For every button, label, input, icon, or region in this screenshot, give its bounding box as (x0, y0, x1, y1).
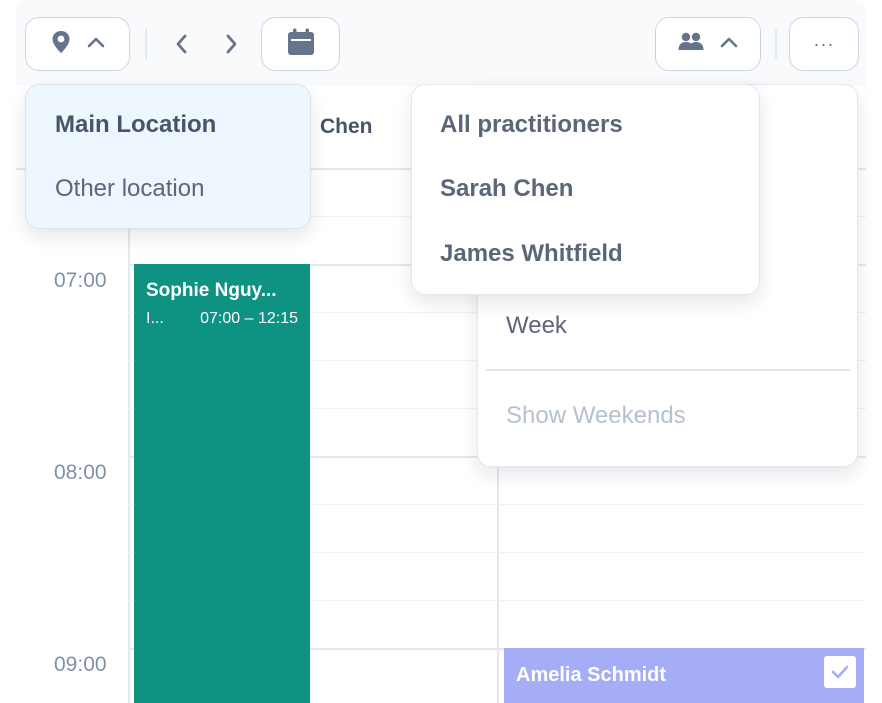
check-icon (831, 665, 849, 679)
location-selector-button[interactable] (25, 17, 130, 71)
event-patient-name: Sophie Nguy... (146, 280, 277, 301)
users-icon (678, 32, 704, 57)
toolbar-divider (775, 29, 777, 59)
date-picker-button[interactable] (261, 17, 340, 71)
chevron-up-icon (720, 35, 738, 53)
location-option-main[interactable]: Main Location (55, 111, 216, 139)
calendar-icon (286, 27, 316, 62)
event-time: 07:00 – 12:15 (200, 310, 298, 327)
event-checkbox[interactable] (824, 656, 856, 688)
chevron-right-icon (226, 34, 237, 54)
show-weekends-toggle[interactable]: Show Weekends (506, 402, 686, 430)
view-option-week[interactable]: Week (506, 312, 567, 340)
location-option-other[interactable]: Other location (55, 175, 204, 203)
chevron-up-icon (87, 35, 105, 53)
previous-button[interactable] (166, 27, 196, 61)
toolbar-divider (145, 29, 147, 59)
ellipsis-icon: ··· (813, 33, 835, 54)
next-button[interactable] (217, 27, 247, 61)
appointment-event[interactable]: Amelia Schmidt (504, 648, 864, 703)
appointment-event[interactable]: Sophie Nguy... I... 07:00 – 12:15 (134, 264, 310, 703)
time-label: 07:00 (54, 269, 107, 292)
event-patient-name: Amelia Schmidt (516, 664, 667, 686)
location-dropdown: Main Location Other location (25, 84, 311, 229)
practitioner-column-header: Chen (320, 115, 373, 138)
chevron-left-icon (176, 34, 187, 54)
practitioner-dropdown: All practitioners Sarah Chen James Whitf… (411, 84, 760, 295)
time-label: 08:00 (54, 461, 107, 484)
event-detail: I... (146, 310, 164, 327)
more-options-button[interactable]: ··· (789, 17, 859, 71)
practitioner-option-sarah-chen[interactable]: Sarah Chen (440, 175, 573, 203)
practitioner-selector-button[interactable] (655, 17, 761, 71)
menu-divider (486, 369, 850, 371)
practitioner-option-james-whitfield[interactable]: James Whitfield (440, 240, 623, 268)
practitioner-option-all[interactable]: All practitioners (440, 111, 623, 139)
time-label: 09:00 (54, 653, 107, 676)
map-pin-icon (51, 30, 71, 59)
